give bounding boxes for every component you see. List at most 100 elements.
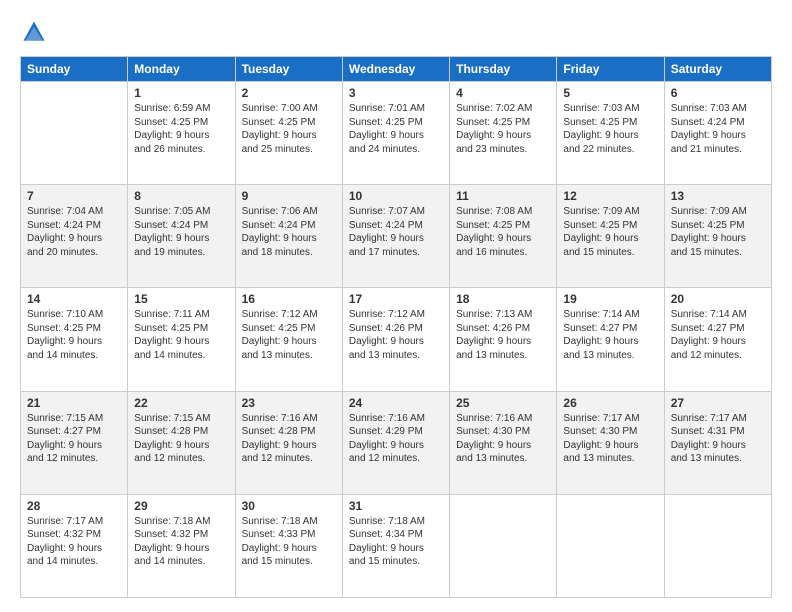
cell-info: Sunrise: 7:05 AM Sunset: 4:24 PM Dayligh…	[134, 205, 228, 259]
day-number: 24	[349, 396, 443, 410]
calendar-cell: 28 Sunrise: 7:17 AM Sunset: 4:32 PM Dayli…	[21, 494, 128, 597]
header	[20, 18, 772, 46]
calendar-cell: 31 Sunrise: 7:18 AM Sunset: 4:34 PM Dayli…	[342, 494, 449, 597]
calendar-cell: 6 Sunrise: 7:03 AM Sunset: 4:24 PM Daylig…	[664, 82, 771, 185]
week-row-4: 28 Sunrise: 7:17 AM Sunset: 4:32 PM Dayli…	[21, 494, 772, 597]
day-number: 2	[242, 86, 336, 100]
cell-info: Sunrise: 7:14 AM Sunset: 4:27 PM Dayligh…	[563, 308, 657, 362]
cell-info: Sunrise: 7:03 AM Sunset: 4:25 PM Dayligh…	[563, 102, 657, 156]
cell-info: Sunrise: 7:17 AM Sunset: 4:32 PM Dayligh…	[27, 515, 121, 569]
logo	[20, 18, 52, 46]
calendar-cell: 19 Sunrise: 7:14 AM Sunset: 4:27 PM Dayli…	[557, 288, 664, 391]
cell-info: Sunrise: 7:18 AM Sunset: 4:33 PM Dayligh…	[242, 515, 336, 569]
calendar-cell: 20 Sunrise: 7:14 AM Sunset: 4:27 PM Dayli…	[664, 288, 771, 391]
day-number: 25	[456, 396, 550, 410]
day-number: 23	[242, 396, 336, 410]
week-row-3: 21 Sunrise: 7:15 AM Sunset: 4:27 PM Dayli…	[21, 391, 772, 494]
day-number: 12	[563, 189, 657, 203]
page: SundayMondayTuesdayWednesdayThursdayFrid…	[0, 0, 792, 612]
cell-info: Sunrise: 7:06 AM Sunset: 4:24 PM Dayligh…	[242, 205, 336, 259]
calendar-cell: 2 Sunrise: 7:00 AM Sunset: 4:25 PM Daylig…	[235, 82, 342, 185]
day-number: 1	[134, 86, 228, 100]
weekday-header-saturday: Saturday	[664, 57, 771, 82]
weekday-header-tuesday: Tuesday	[235, 57, 342, 82]
cell-info: Sunrise: 7:00 AM Sunset: 4:25 PM Dayligh…	[242, 102, 336, 156]
calendar-cell: 9 Sunrise: 7:06 AM Sunset: 4:24 PM Daylig…	[235, 185, 342, 288]
calendar-cell: 16 Sunrise: 7:12 AM Sunset: 4:25 PM Dayli…	[235, 288, 342, 391]
cell-info: Sunrise: 7:07 AM Sunset: 4:24 PM Dayligh…	[349, 205, 443, 259]
day-number: 5	[563, 86, 657, 100]
weekday-header-sunday: Sunday	[21, 57, 128, 82]
cell-info: Sunrise: 7:12 AM Sunset: 4:26 PM Dayligh…	[349, 308, 443, 362]
calendar-cell: 29 Sunrise: 7:18 AM Sunset: 4:32 PM Dayli…	[128, 494, 235, 597]
calendar-cell: 22Sunrise: 7:15 AM Sunset: 4:28 PM Dayli…	[128, 391, 235, 494]
day-number: 13	[671, 189, 765, 203]
cell-info: Sunrise: 7:17 AM Sunset: 4:30 PM Dayligh…	[563, 412, 657, 466]
calendar-cell: 1 Sunrise: 6:59 AM Sunset: 4:25 PM Daylig…	[128, 82, 235, 185]
calendar-cell: 3Sunrise: 7:01 AM Sunset: 4:25 PM Daylig…	[342, 82, 449, 185]
calendar-cell: 24 Sunrise: 7:16 AM Sunset: 4:29 PM Dayli…	[342, 391, 449, 494]
cell-info: Sunrise: 7:16 AM Sunset: 4:29 PM Dayligh…	[349, 412, 443, 466]
calendar-cell: 7Sunrise: 7:04 AM Sunset: 4:24 PM Daylig…	[21, 185, 128, 288]
cell-info: Sunrise: 7:14 AM Sunset: 4:27 PM Dayligh…	[671, 308, 765, 362]
cell-info: Sunrise: 7:15 AM Sunset: 4:27 PM Dayligh…	[27, 412, 121, 466]
cell-info: Sunrise: 7:16 AM Sunset: 4:28 PM Dayligh…	[242, 412, 336, 466]
day-number: 21	[27, 396, 121, 410]
calendar-cell: 30Sunrise: 7:18 AM Sunset: 4:33 PM Dayli…	[235, 494, 342, 597]
day-number: 14	[27, 292, 121, 306]
weekday-header-friday: Friday	[557, 57, 664, 82]
calendar-cell: 25 Sunrise: 7:16 AM Sunset: 4:30 PM Dayli…	[450, 391, 557, 494]
cell-info: Sunrise: 7:03 AM Sunset: 4:24 PM Dayligh…	[671, 102, 765, 156]
cell-info: Sunrise: 6:59 AM Sunset: 4:25 PM Dayligh…	[134, 102, 228, 156]
weekday-header-monday: Monday	[128, 57, 235, 82]
day-number: 6	[671, 86, 765, 100]
week-row-1: 7Sunrise: 7:04 AM Sunset: 4:24 PM Daylig…	[21, 185, 772, 288]
day-number: 8	[134, 189, 228, 203]
cell-info: Sunrise: 7:02 AM Sunset: 4:25 PM Dayligh…	[456, 102, 550, 156]
calendar-cell: 27Sunrise: 7:17 AM Sunset: 4:31 PM Dayli…	[664, 391, 771, 494]
day-number: 3	[349, 86, 443, 100]
calendar-cell: 17Sunrise: 7:12 AM Sunset: 4:26 PM Dayli…	[342, 288, 449, 391]
day-number: 29	[134, 499, 228, 513]
day-number: 15	[134, 292, 228, 306]
cell-info: Sunrise: 7:13 AM Sunset: 4:26 PM Dayligh…	[456, 308, 550, 362]
day-number: 18	[456, 292, 550, 306]
calendar-cell	[664, 494, 771, 597]
day-number: 31	[349, 499, 443, 513]
calendar-cell: 10 Sunrise: 7:07 AM Sunset: 4:24 PM Dayli…	[342, 185, 449, 288]
logo-icon	[20, 18, 48, 46]
week-row-2: 14 Sunrise: 7:10 AM Sunset: 4:25 PM Dayli…	[21, 288, 772, 391]
calendar-cell: 12 Sunrise: 7:09 AM Sunset: 4:25 PM Dayli…	[557, 185, 664, 288]
calendar-cell: 18 Sunrise: 7:13 AM Sunset: 4:26 PM Dayli…	[450, 288, 557, 391]
day-number: 9	[242, 189, 336, 203]
calendar-cell	[21, 82, 128, 185]
calendar-cell: 8 Sunrise: 7:05 AM Sunset: 4:24 PM Daylig…	[128, 185, 235, 288]
day-number: 16	[242, 292, 336, 306]
weekday-header-thursday: Thursday	[450, 57, 557, 82]
cell-info: Sunrise: 7:10 AM Sunset: 4:25 PM Dayligh…	[27, 308, 121, 362]
weekday-header-wednesday: Wednesday	[342, 57, 449, 82]
cell-info: Sunrise: 7:18 AM Sunset: 4:34 PM Dayligh…	[349, 515, 443, 569]
day-number: 22	[134, 396, 228, 410]
calendar-cell: 14 Sunrise: 7:10 AM Sunset: 4:25 PM Dayli…	[21, 288, 128, 391]
day-number: 26	[563, 396, 657, 410]
cell-info: Sunrise: 7:08 AM Sunset: 4:25 PM Dayligh…	[456, 205, 550, 259]
cell-info: Sunrise: 7:18 AM Sunset: 4:32 PM Dayligh…	[134, 515, 228, 569]
calendar-cell: 4 Sunrise: 7:02 AM Sunset: 4:25 PM Daylig…	[450, 82, 557, 185]
day-number: 10	[349, 189, 443, 203]
day-number: 27	[671, 396, 765, 410]
cell-info: Sunrise: 7:16 AM Sunset: 4:30 PM Dayligh…	[456, 412, 550, 466]
weekday-header-row: SundayMondayTuesdayWednesdayThursdayFrid…	[21, 57, 772, 82]
day-number: 4	[456, 86, 550, 100]
day-number: 28	[27, 499, 121, 513]
day-number: 7	[27, 189, 121, 203]
calendar-cell: 23 Sunrise: 7:16 AM Sunset: 4:28 PM Dayli…	[235, 391, 342, 494]
cell-info: Sunrise: 7:12 AM Sunset: 4:25 PM Dayligh…	[242, 308, 336, 362]
cell-info: Sunrise: 7:09 AM Sunset: 4:25 PM Dayligh…	[671, 205, 765, 259]
cell-info: Sunrise: 7:09 AM Sunset: 4:25 PM Dayligh…	[563, 205, 657, 259]
day-number: 19	[563, 292, 657, 306]
day-number: 20	[671, 292, 765, 306]
calendar-cell	[557, 494, 664, 597]
calendar-cell: 11Sunrise: 7:08 AM Sunset: 4:25 PM Dayli…	[450, 185, 557, 288]
calendar-cell: 13 Sunrise: 7:09 AM Sunset: 4:25 PM Dayli…	[664, 185, 771, 288]
